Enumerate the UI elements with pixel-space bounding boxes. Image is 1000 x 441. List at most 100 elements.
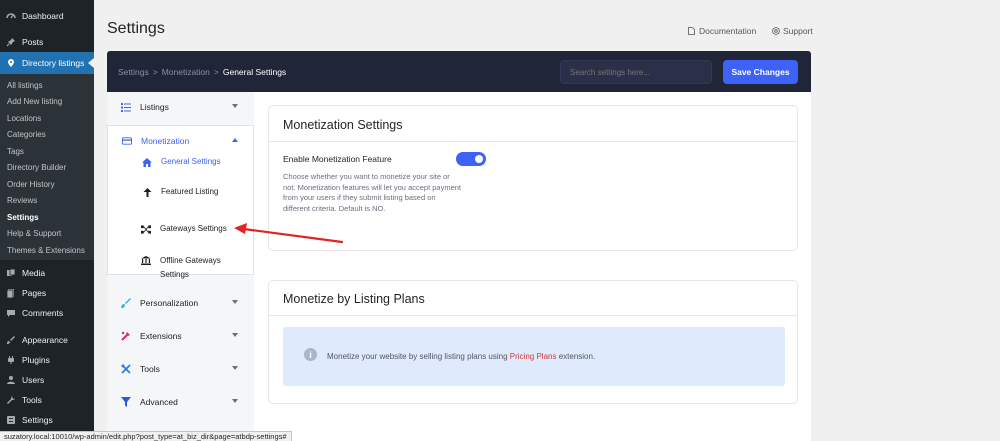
breadcrumb: Settings > Monetization > General Settin… (118, 67, 286, 77)
pricing-plans-link[interactable]: Pricing Plans (510, 352, 557, 361)
card-icon (122, 136, 132, 146)
nav-general-settings[interactable]: General Settings (108, 157, 255, 167)
nav-label: Gateways Settings (160, 224, 227, 233)
nav-monetization-group: Monetization General Settings Featured L… (107, 125, 254, 275)
nav-label: Personalization (140, 298, 199, 308)
field-label: Enable Monetization Feature (283, 154, 392, 164)
menu-media[interactable]: Media (0, 263, 94, 283)
menu-label: Tools (22, 395, 42, 405)
list-icon (121, 102, 131, 112)
toggle-knob (475, 155, 483, 163)
page-title: Settings (107, 20, 165, 37)
submenu-directory-builder[interactable]: Directory Builder (7, 163, 66, 172)
menu-users[interactable]: Users (0, 370, 94, 390)
menu-label: Dashboard (22, 11, 64, 21)
chevron-down-icon (232, 333, 238, 337)
settings-panel: Listings Monetization General Settings F… (107, 92, 811, 441)
annotation-arrow (234, 223, 344, 244)
submenu-categories[interactable]: Categories (7, 130, 46, 139)
comment-icon (6, 308, 16, 318)
arrow-up-icon (142, 188, 152, 197)
menu-label: Plugins (22, 355, 50, 365)
divider (269, 315, 797, 316)
info-notice: i Monetize your website by selling listi… (283, 327, 785, 386)
nav-label: Offline Gateways Settings (160, 254, 221, 282)
submenu-tags[interactable]: Tags (7, 147, 24, 156)
submenu-settings[interactable]: Settings (7, 213, 39, 222)
submenu-help-support[interactable]: Help & Support (7, 229, 61, 238)
save-changes-button[interactable]: Save Changes (723, 60, 798, 84)
menu-dashboard[interactable]: Dashboard (0, 6, 94, 26)
nav-label: Featured Listing (161, 187, 219, 196)
submenu-all-listings[interactable]: All listings (7, 81, 43, 90)
nav-advanced[interactable]: Advanced (107, 387, 254, 417)
submenu-locations[interactable]: Locations (7, 114, 41, 123)
card-title: Monetization Settings (283, 118, 403, 132)
submenu-themes-extensions[interactable]: Themes & Extensions (7, 246, 85, 255)
menu-label: Users (22, 375, 45, 385)
nav-label: General Settings (161, 157, 221, 166)
nav-personalization[interactable]: Personalization (107, 288, 254, 318)
menu-tools[interactable]: Tools (0, 390, 94, 410)
menu-label: Appearance (22, 335, 68, 345)
monetization-settings-card: Monetization Settings Enable Monetizatio… (268, 105, 798, 251)
menu-settings[interactable]: Settings (0, 410, 94, 430)
home-icon (142, 158, 152, 167)
search-settings-input[interactable] (560, 60, 712, 84)
breadcrumb-settings[interactable]: Settings (118, 67, 149, 77)
menu-directory-listings[interactable]: Directory listings (0, 52, 94, 74)
chevron-down-icon (232, 399, 238, 403)
help-icon (772, 27, 780, 35)
menu-comments[interactable]: Comments (0, 303, 94, 323)
nav-label: Listings (140, 102, 169, 112)
menu-appearance[interactable]: Appearance (0, 330, 94, 350)
menu-label: Pages (22, 288, 47, 298)
submenu-reviews[interactable]: Reviews (7, 196, 37, 205)
listing-plans-card: Monetize by Listing Plans i Monetize you… (268, 280, 798, 404)
nav-monetization[interactable]: Monetization (108, 126, 253, 156)
chevron-up-icon (232, 138, 238, 142)
gateway-icon (141, 225, 151, 234)
page-icon (6, 288, 16, 298)
info-text: Monetize your website by selling listing… (327, 352, 595, 361)
media-icon (6, 268, 16, 278)
dashboard-icon (6, 11, 16, 21)
breadcrumb-current: General Settings (222, 67, 287, 77)
card-title: Monetize by Listing Plans (283, 292, 425, 306)
brush-icon (6, 335, 16, 345)
support-link[interactable]: Support (772, 26, 813, 36)
filter-icon (121, 397, 131, 407)
support-label: Support (783, 26, 813, 36)
menu-label: Directory listings (22, 58, 85, 68)
chevron-down-icon (232, 300, 238, 304)
bank-icon (141, 256, 151, 265)
info-text-prefix: Monetize your website by selling listing… (327, 352, 508, 361)
nav-label: Advanced (140, 397, 178, 407)
tools-icon (121, 364, 131, 374)
breadcrumb-monetization[interactable]: Monetization (162, 67, 210, 77)
admin-submenu: All listings Add New listing Locations C… (0, 74, 94, 260)
submenu-order-history[interactable]: Order History (7, 180, 55, 189)
nav-extensions[interactable]: Extensions (107, 321, 254, 351)
nav-featured-listing[interactable]: Featured Listing (108, 187, 255, 197)
nav-label: Extensions (140, 331, 182, 341)
menu-label: Posts (22, 37, 44, 47)
documentation-label: Documentation (699, 26, 757, 36)
enable-monetization-toggle[interactable] (456, 152, 486, 166)
menu-label: Comments (22, 308, 64, 318)
documentation-link[interactable]: Documentation (688, 26, 756, 36)
location-icon (6, 58, 16, 68)
nav-label-line-2: Settings (160, 270, 189, 279)
nav-listings[interactable]: Listings (107, 92, 254, 122)
nav-tools[interactable]: Tools (107, 354, 254, 384)
settings-nav: Listings Monetization General Settings F… (107, 92, 254, 441)
document-icon (688, 27, 695, 35)
nav-offline-gateways-settings[interactable]: Offline Gateways Settings (107, 254, 254, 282)
menu-plugins[interactable]: Plugins (0, 350, 94, 370)
submenu-add-new-listing[interactable]: Add New listing (7, 97, 62, 106)
settings-topbar: Settings > Monetization > General Settin… (107, 51, 811, 92)
menu-pages[interactable]: Pages (0, 283, 94, 303)
breadcrumb-separator: > (213, 67, 219, 77)
menu-posts[interactable]: Posts (0, 32, 94, 52)
chevron-down-icon (232, 104, 238, 108)
